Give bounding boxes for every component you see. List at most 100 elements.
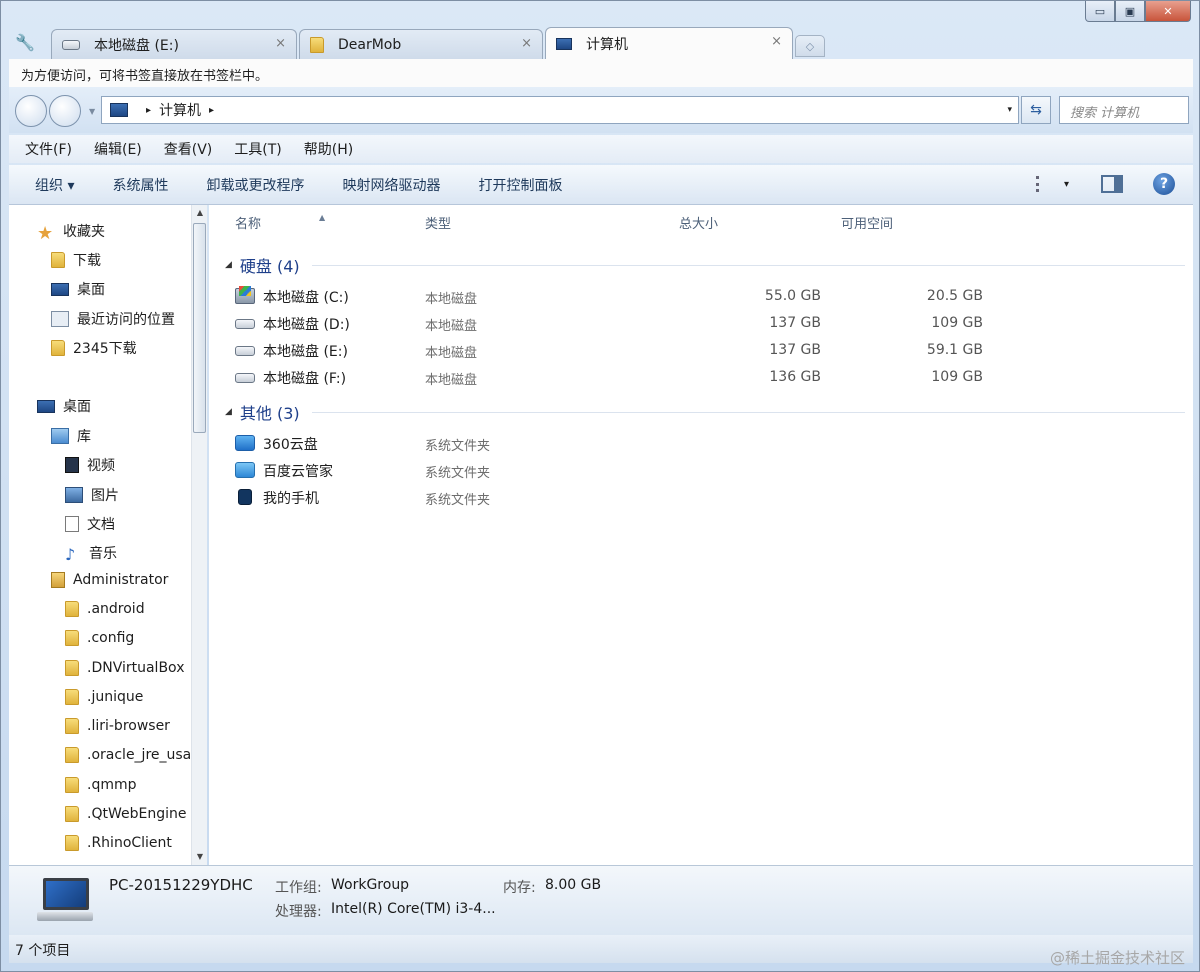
- maximize-button[interactable]: ▣: [1115, 1, 1145, 22]
- nav-label: .qmmp: [87, 777, 137, 793]
- drive-type: 本地磁盘: [425, 346, 478, 361]
- nav-folder[interactable]: .oracle_jre_usage: [65, 747, 207, 763]
- nav-library[interactable]: 库: [51, 426, 91, 446]
- back-button[interactable]: [15, 95, 47, 127]
- tab-dearmob[interactable]: DearMob ×: [299, 29, 543, 59]
- new-tab-button[interactable]: ◇: [795, 35, 825, 57]
- scroll-up-icon[interactable]: ▲: [192, 205, 208, 221]
- help-icon[interactable]: ?: [1153, 173, 1175, 195]
- tab-close-icon[interactable]: ×: [771, 34, 782, 49]
- tab-drive-e[interactable]: 本地磁盘 (E:) ×: [51, 29, 297, 59]
- nav-folder[interactable]: .QtWebEngine: [65, 806, 186, 822]
- downloads-folder-icon: [51, 252, 65, 268]
- menu-edit[interactable]: 编辑(E): [94, 139, 142, 159]
- nav-recent-places[interactable]: 最近访问的位置: [51, 309, 175, 329]
- command-bar: 组织 ▾ 系统属性 卸载或更改程序 映射网络驱动器 打开控制面板 ▾ ?: [9, 165, 1193, 205]
- nav-folder[interactable]: .junique: [65, 689, 143, 705]
- menu-tools[interactable]: 工具(T): [234, 139, 281, 159]
- open-control-panel-button[interactable]: 打开控制面板: [478, 175, 562, 195]
- system-properties-button[interactable]: 系统属性: [112, 175, 168, 195]
- folder-icon: [65, 747, 79, 763]
- other-row-360-cloud[interactable]: 360云盘 系统文件夹: [235, 432, 995, 454]
- other-row-my-phone[interactable]: 我的手机 系统文件夹: [235, 486, 995, 508]
- cloud-drive-icon: [235, 435, 255, 451]
- wrench-icon[interactable]: 🔧: [15, 33, 35, 52]
- minimize-button[interactable]: ▭: [1085, 1, 1115, 22]
- nav-documents[interactable]: 文档: [65, 514, 115, 534]
- column-free-space[interactable]: 可用空间: [841, 213, 893, 232]
- menu-view[interactable]: 查看(V): [164, 139, 213, 159]
- tab-close-icon[interactable]: ×: [521, 36, 532, 51]
- collapse-icon[interactable]: ◢: [225, 260, 232, 270]
- scroll-thumb[interactable]: [193, 223, 206, 433]
- folder-icon: [65, 718, 79, 734]
- nav-folder[interactable]: .qmmp: [65, 777, 137, 793]
- nav-label: 桌面: [63, 399, 91, 415]
- breadcrumb-arrow-icon[interactable]: ▸: [146, 105, 151, 116]
- group-hard-disks[interactable]: ◢ 硬盘 (4): [225, 253, 1185, 277]
- uninstall-program-button[interactable]: 卸载或更改程序: [206, 175, 304, 195]
- nav-folder[interactable]: .RhinoClient: [65, 835, 172, 851]
- scroll-down-icon[interactable]: ▼: [192, 849, 208, 865]
- menu-file[interactable]: 文件(F): [25, 139, 72, 159]
- nav-videos[interactable]: 视频: [65, 455, 115, 475]
- other-row-baidu-cloud[interactable]: 百度云管家 系统文件夹: [235, 459, 995, 481]
- column-name[interactable]: 名称 ▲: [235, 213, 415, 232]
- breadcrumb-arrow-icon[interactable]: ▸: [209, 105, 214, 116]
- nav-pictures[interactable]: 图片: [65, 485, 119, 505]
- address-dropdown-icon[interactable]: ▾: [1007, 105, 1012, 115]
- nav-label: .RhinoClient: [87, 835, 172, 851]
- breadcrumb-computer[interactable]: 计算机: [159, 100, 201, 120]
- nav-2345-downloads[interactable]: 2345下载: [51, 338, 137, 358]
- nav-scrollbar[interactable]: ▲ ▼: [191, 205, 207, 865]
- group-other[interactable]: ◢ 其他 (3): [225, 400, 1185, 424]
- drive-row-e[interactable]: 本地磁盘 (E:) 本地磁盘 137 GB 59.1 GB: [235, 339, 995, 361]
- nav-downloads[interactable]: 下载: [51, 250, 101, 270]
- organize-button[interactable]: 组织 ▾: [35, 175, 74, 195]
- tab-computer[interactable]: 计算机 ×: [545, 27, 793, 59]
- nav-label: 2345下载: [73, 341, 137, 357]
- map-network-drive-button[interactable]: 映射网络驱动器: [342, 175, 440, 195]
- history-dropdown-icon[interactable]: ▼: [89, 107, 95, 116]
- view-dropdown-icon[interactable]: ▾: [1064, 179, 1069, 190]
- nav-music[interactable]: ♪ 音乐: [65, 543, 117, 564]
- computer-name: PC-20151229YDHC: [109, 876, 253, 894]
- nav-administrator[interactable]: Administrator: [51, 572, 168, 588]
- tab-close-icon[interactable]: ×: [275, 36, 286, 51]
- computer-icon: [556, 37, 572, 50]
- preview-pane-icon[interactable]: [1101, 175, 1123, 193]
- drive-total-size: 137 GB: [769, 342, 821, 358]
- nav-favorites[interactable]: ★ 收藏夹: [37, 221, 105, 244]
- drive-free-space: 59.1 GB: [926, 342, 983, 358]
- column-total-size[interactable]: 总大小: [679, 213, 718, 232]
- drive-row-f[interactable]: 本地磁盘 (F:) 本地磁盘 136 GB 109 GB: [235, 366, 995, 388]
- nav-folder[interactable]: .liri-browser: [65, 718, 170, 734]
- nav-folder[interactable]: .DNVirtualBox: [65, 660, 184, 676]
- close-button[interactable]: ✕: [1145, 1, 1191, 22]
- address-bar[interactable]: ▸ 计算机 ▸ ▾: [101, 96, 1019, 124]
- address-row: ▼ ▸ 计算机 ▸ ▾ ⇆ 搜索 计算机: [9, 87, 1193, 133]
- nav-folder[interactable]: .android: [65, 601, 145, 617]
- search-input[interactable]: 搜索 计算机: [1059, 96, 1189, 124]
- change-view-icon[interactable]: [1035, 176, 1054, 192]
- drive-row-c[interactable]: 本地磁盘 (C:) 本地磁盘 55.0 GB 20.5 GB: [235, 285, 995, 307]
- recent-places-icon: [51, 311, 69, 327]
- item-type: 系统文件夹: [425, 466, 491, 481]
- navigation-pane: ★ 收藏夹 下载 桌面 最近访问的位置 2345下载 桌面 库 视频 图片 文档…: [9, 205, 207, 865]
- drive-row-d[interactable]: 本地磁盘 (D:) 本地磁盘 137 GB 109 GB: [235, 312, 995, 334]
- nav-folder[interactable]: .config: [65, 630, 134, 646]
- folder-icon: [65, 660, 79, 676]
- refresh-button[interactable]: ⇆: [1021, 96, 1051, 124]
- nav-label: .oracle_jre_usage: [87, 747, 207, 763]
- processor-label: 处理器:: [275, 904, 322, 920]
- nav-desktop-favorite[interactable]: 桌面: [51, 279, 105, 299]
- column-type[interactable]: 类型: [425, 213, 451, 232]
- drive-type: 本地磁盘: [425, 319, 478, 334]
- tab-label: 计算机: [586, 36, 628, 53]
- nav-label: 库: [77, 429, 91, 445]
- status-bar: 7 个项目: [9, 935, 1193, 963]
- collapse-icon[interactable]: ◢: [225, 407, 232, 417]
- forward-button[interactable]: [49, 95, 81, 127]
- nav-desktop[interactable]: 桌面: [37, 396, 91, 416]
- menu-help[interactable]: 帮助(H): [304, 139, 353, 159]
